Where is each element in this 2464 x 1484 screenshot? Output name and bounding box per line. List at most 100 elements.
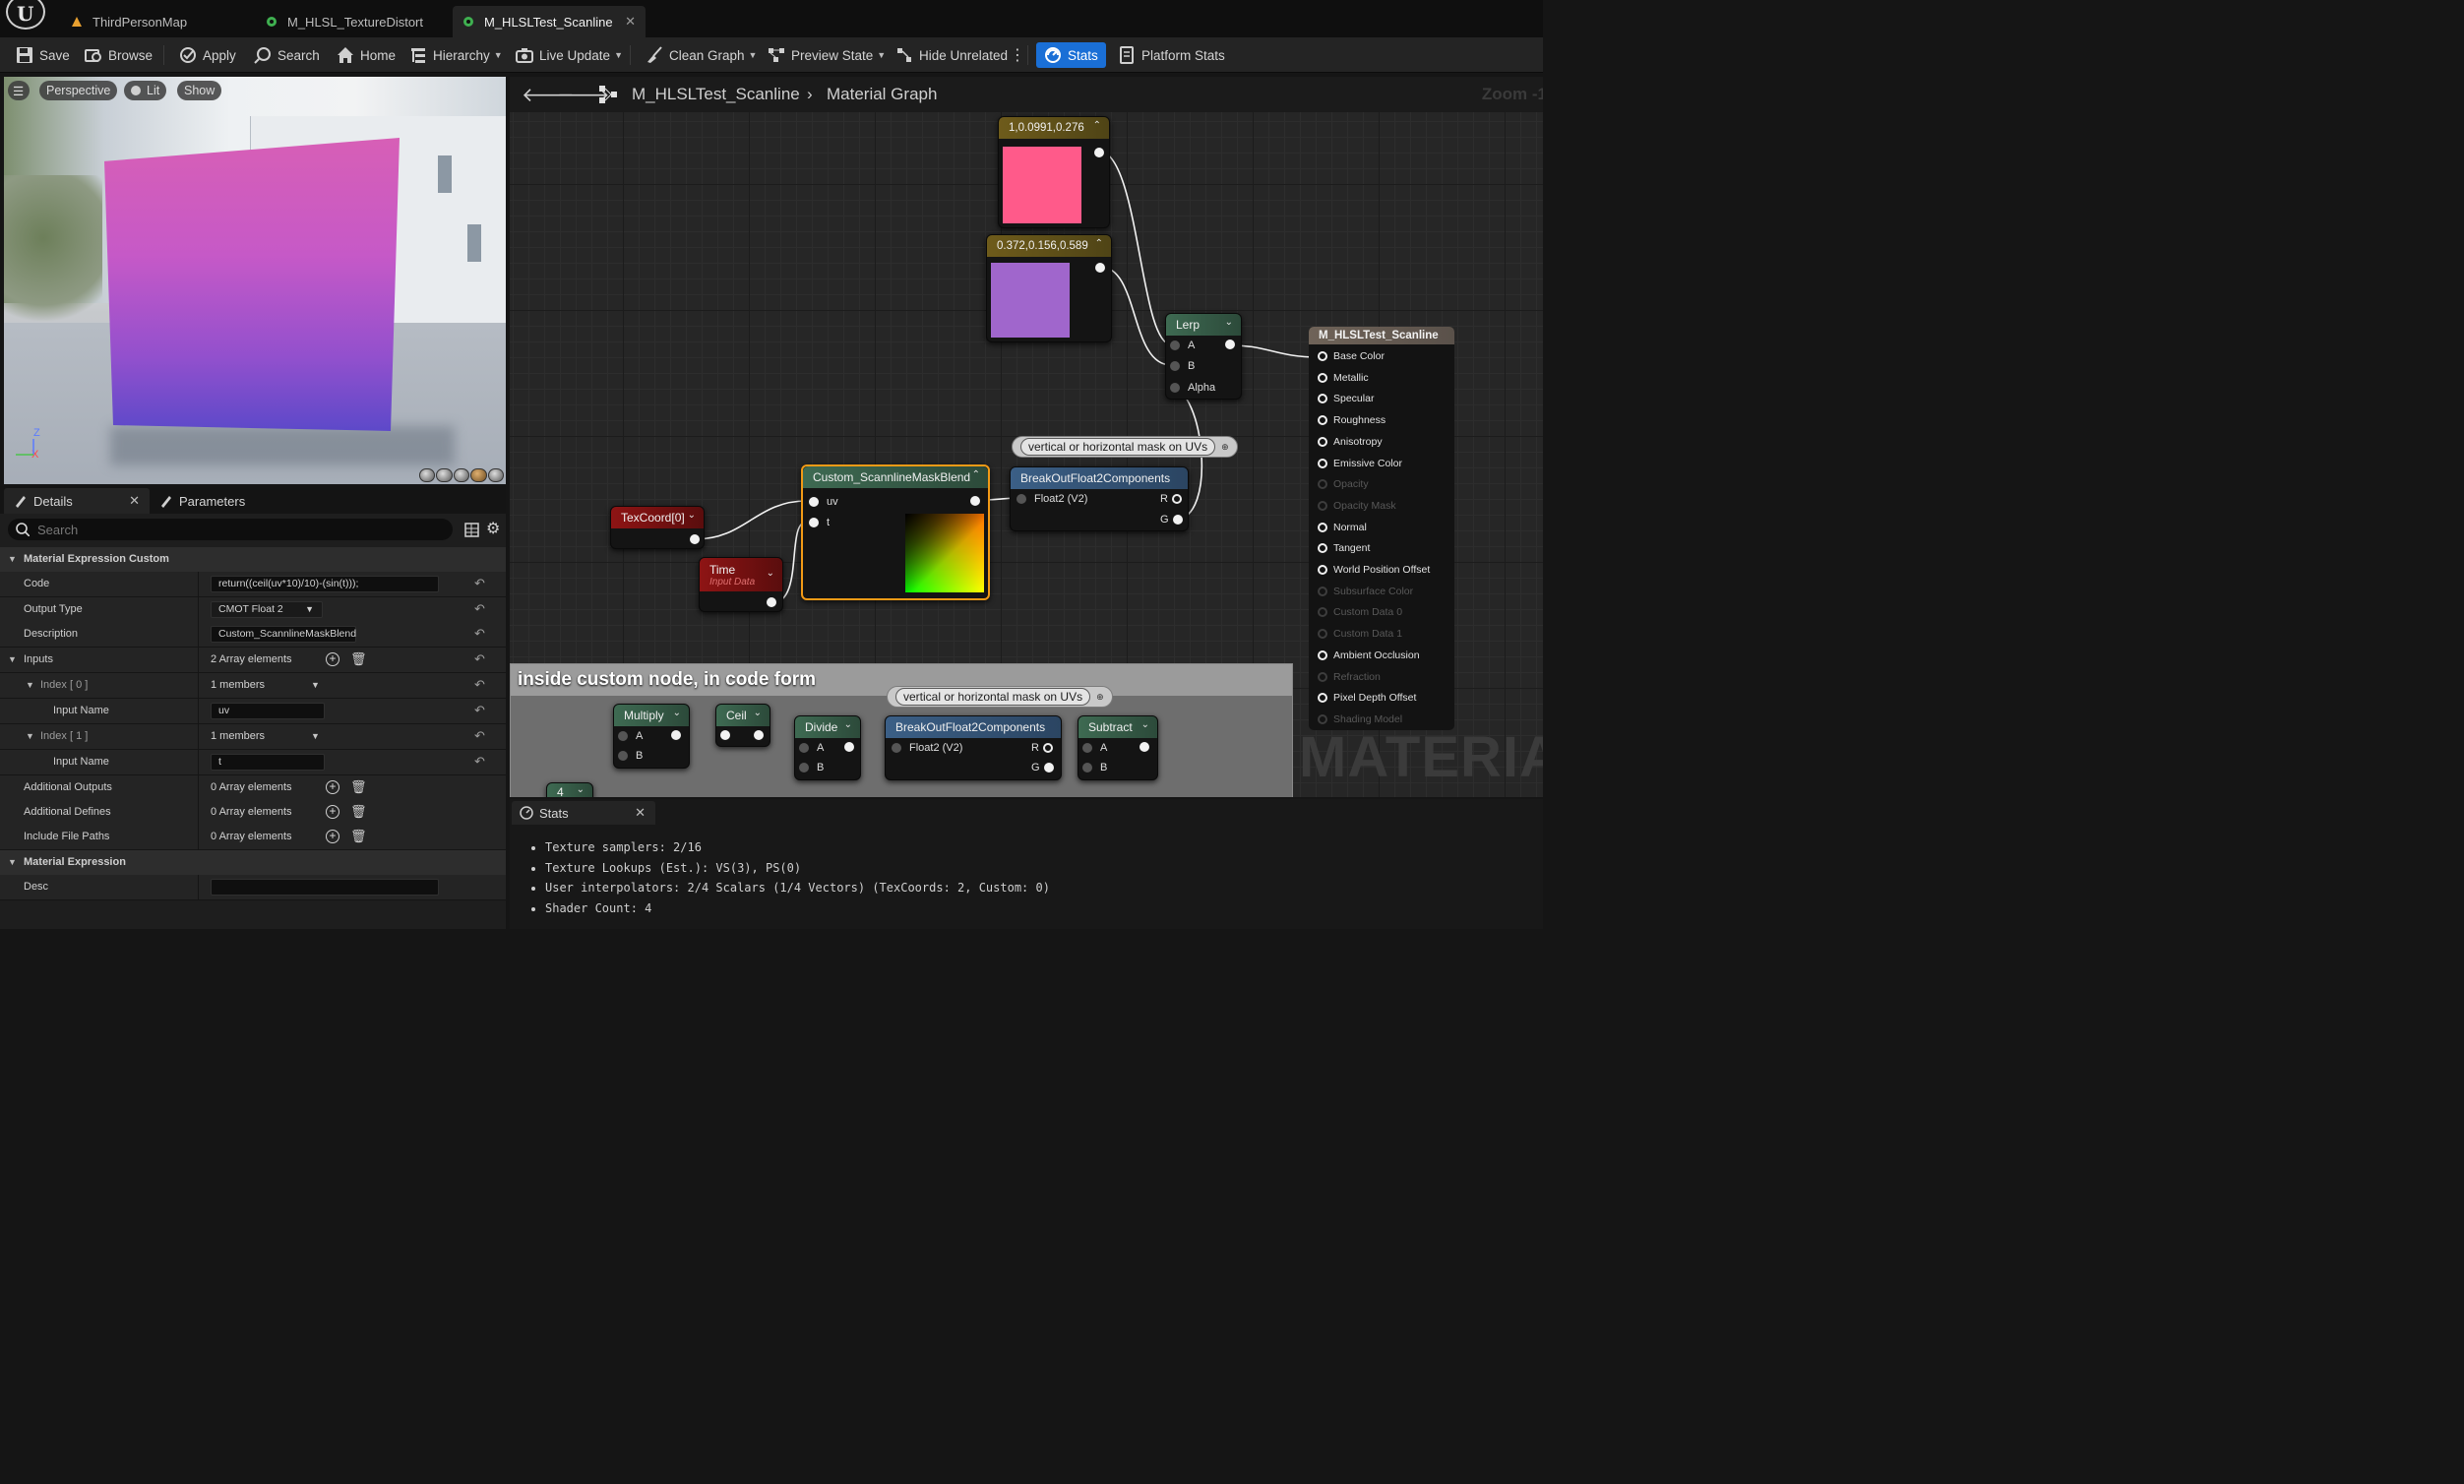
- category-material-expression[interactable]: ▼ Material Expression: [0, 850, 506, 876]
- tab-third-person-map[interactable]: ThirdPersonMap: [51, 6, 244, 37]
- description-field[interactable]: Custom_ScannlineMaskBlend: [211, 625, 356, 643]
- reset-icon[interactable]: ↶: [474, 728, 485, 744]
- chevron-down-icon[interactable]: ⌄: [688, 510, 696, 521]
- close-icon[interactable]: ✕: [625, 14, 636, 30]
- output-pin-r[interactable]: R: [1031, 742, 1053, 754]
- pin-icon[interactable]: [1318, 649, 1327, 660]
- preview-sphere-icon[interactable]: [419, 468, 436, 482]
- custom-scanline-mask-blend-node[interactable]: Custom_ScannlineMaskBlend ⌃ uv t: [801, 464, 990, 600]
- break-out-float2-node[interactable]: BreakOutFloat2Components Float2 (V2) R G: [885, 715, 1062, 780]
- input-pin-t[interactable]: t: [809, 517, 830, 528]
- more-options-icon[interactable]: ⋮: [1010, 42, 1025, 68]
- trash-icon[interactable]: 🗑: [350, 779, 367, 795]
- chevron-up-icon[interactable]: ⌃: [972, 469, 980, 480]
- chevron-down-icon[interactable]: ⌄: [1141, 719, 1149, 730]
- save-button[interactable]: Save: [16, 42, 70, 68]
- comment-box[interactable]: inside custom node, in code form Multipl…: [510, 663, 1293, 797]
- add-element-icon[interactable]: +: [326, 780, 339, 795]
- reset-icon[interactable]: ↶: [474, 576, 485, 591]
- search-button[interactable]: Search: [254, 42, 320, 68]
- pin-icon[interactable]: [1318, 586, 1327, 596]
- perspective-button[interactable]: Perspective: [39, 81, 118, 100]
- hide-unrelated-button[interactable]: Hide Unrelated: [895, 42, 1008, 68]
- break-out-float2-node[interactable]: BreakOutFloat2Components Float2 (V2) R G: [1010, 466, 1189, 531]
- desc-field[interactable]: [211, 878, 439, 896]
- output-pin[interactable]: [844, 742, 854, 752]
- chevron-down-icon[interactable]: ▼: [8, 654, 17, 664]
- input-pin-float2[interactable]: Float2 (V2): [892, 742, 962, 754]
- output-pin-g[interactable]: G: [1031, 762, 1054, 773]
- chevron-down-icon[interactable]: ⌄: [767, 568, 774, 579]
- ceil-node[interactable]: Ceil ⌄: [715, 704, 770, 747]
- pin-icon[interactable]: [1318, 629, 1327, 640]
- trash-icon[interactable]: 🗑: [350, 804, 367, 820]
- preview-mesh-selector[interactable]: [419, 468, 505, 482]
- chevron-down-icon[interactable]: ⌄: [1225, 317, 1233, 328]
- pin-icon[interactable]: [1318, 372, 1327, 383]
- material-pin[interactable]: Emissive Color: [1318, 458, 1402, 469]
- reset-icon[interactable]: ↶: [474, 754, 485, 770]
- chevron-down-icon[interactable]: ▼: [311, 680, 320, 690]
- pin-icon[interactable]: [1318, 351, 1327, 361]
- add-element-icon[interactable]: +: [326, 805, 339, 820]
- material-pin[interactable]: Opacity: [1318, 478, 1369, 490]
- input-pin-uv[interactable]: uv: [809, 496, 838, 508]
- show-button[interactable]: Show: [177, 81, 222, 100]
- output-pin[interactable]: [1094, 148, 1104, 157]
- chevron-down-icon[interactable]: ▼: [311, 731, 320, 741]
- input-pin-b[interactable]: B: [799, 762, 824, 773]
- chevron-down-icon[interactable]: ▼: [26, 680, 34, 690]
- chevron-down-icon[interactable]: ▼: [26, 731, 34, 741]
- pin-icon[interactable]: ⊕: [1221, 442, 1229, 453]
- category-material-expression-custom[interactable]: ▼ Material Expression Custom: [0, 547, 506, 573]
- preview-plane-icon[interactable]: [453, 468, 470, 482]
- constant-vector-pink-node[interactable]: 1,0.0991,0.276 ⌃: [998, 116, 1110, 228]
- multiply-node[interactable]: Multiply ⌄ A B: [613, 704, 690, 769]
- pin-icon[interactable]: ⊕: [1096, 692, 1104, 703]
- pin-icon[interactable]: [1318, 713, 1327, 724]
- code-field[interactable]: return((ceil(uv*10)/10)-(sin(t)));: [211, 575, 439, 592]
- tab-stats[interactable]: Stats ✕: [512, 801, 655, 825]
- tab-hlsl-test-scanline[interactable]: M_HLSLTest_Scanline ✕: [453, 6, 646, 37]
- input-name-field-0[interactable]: uv: [211, 702, 325, 719]
- apply-button[interactable]: Apply: [179, 42, 236, 68]
- output-pin[interactable]: [1140, 742, 1149, 752]
- output-pin[interactable]: [1225, 340, 1235, 349]
- tab-details[interactable]: Details ✕: [4, 488, 150, 514]
- material-pin[interactable]: Roughness: [1318, 414, 1386, 426]
- pin-icon[interactable]: [1318, 522, 1327, 532]
- output-type-select[interactable]: CMOT Float 2 ▼: [211, 600, 323, 618]
- output-pin[interactable]: [690, 534, 700, 544]
- pin-icon[interactable]: [1318, 693, 1327, 704]
- input-pin-float2[interactable]: Float2 (V2): [1016, 493, 1087, 505]
- preview-teapot-icon[interactable]: [487, 468, 505, 482]
- output-pin[interactable]: [970, 496, 980, 506]
- trash-icon[interactable]: 🗑: [350, 829, 367, 844]
- unreal-logo-icon[interactable]: U: [6, 0, 45, 30]
- input-pin-a[interactable]: A: [618, 730, 643, 742]
- material-pin[interactable]: Tangent: [1318, 542, 1370, 554]
- material-output-node[interactable]: M_HLSLTest_Scanline Base Color Metallic Sp…: [1309, 327, 1454, 730]
- pin-icon[interactable]: [1318, 479, 1327, 490]
- input-pin[interactable]: [720, 730, 730, 740]
- gear-icon[interactable]: ⚙: [486, 519, 500, 538]
- output-pin[interactable]: [671, 730, 681, 740]
- home-button[interactable]: Home: [337, 42, 396, 68]
- add-element-icon[interactable]: +: [326, 830, 339, 844]
- divide-node[interactable]: Divide ⌄ A B: [794, 715, 861, 780]
- browse-button[interactable]: Browse: [85, 42, 153, 68]
- pin-icon[interactable]: [1318, 607, 1327, 618]
- material-pin[interactable]: Ambient Occlusion: [1318, 649, 1420, 661]
- stats-button[interactable]: Stats: [1036, 42, 1106, 68]
- close-icon[interactable]: ✕: [635, 805, 646, 821]
- reset-icon[interactable]: ↶: [474, 677, 485, 693]
- reset-icon[interactable]: ↶: [474, 651, 485, 667]
- material-pin[interactable]: Anisotropy: [1318, 436, 1383, 448]
- preview-viewport[interactable]: ☰ Perspective Lit Show Z X: [4, 77, 506, 484]
- output-pin[interactable]: [754, 730, 764, 740]
- input-name-field-1[interactable]: t: [211, 753, 325, 771]
- preview-cube-icon[interactable]: [470, 468, 487, 482]
- live-update-dropdown[interactable]: Live Update ▼: [516, 42, 623, 68]
- material-pin[interactable]: Subsurface Color: [1318, 586, 1413, 597]
- pin-icon[interactable]: [1318, 671, 1327, 682]
